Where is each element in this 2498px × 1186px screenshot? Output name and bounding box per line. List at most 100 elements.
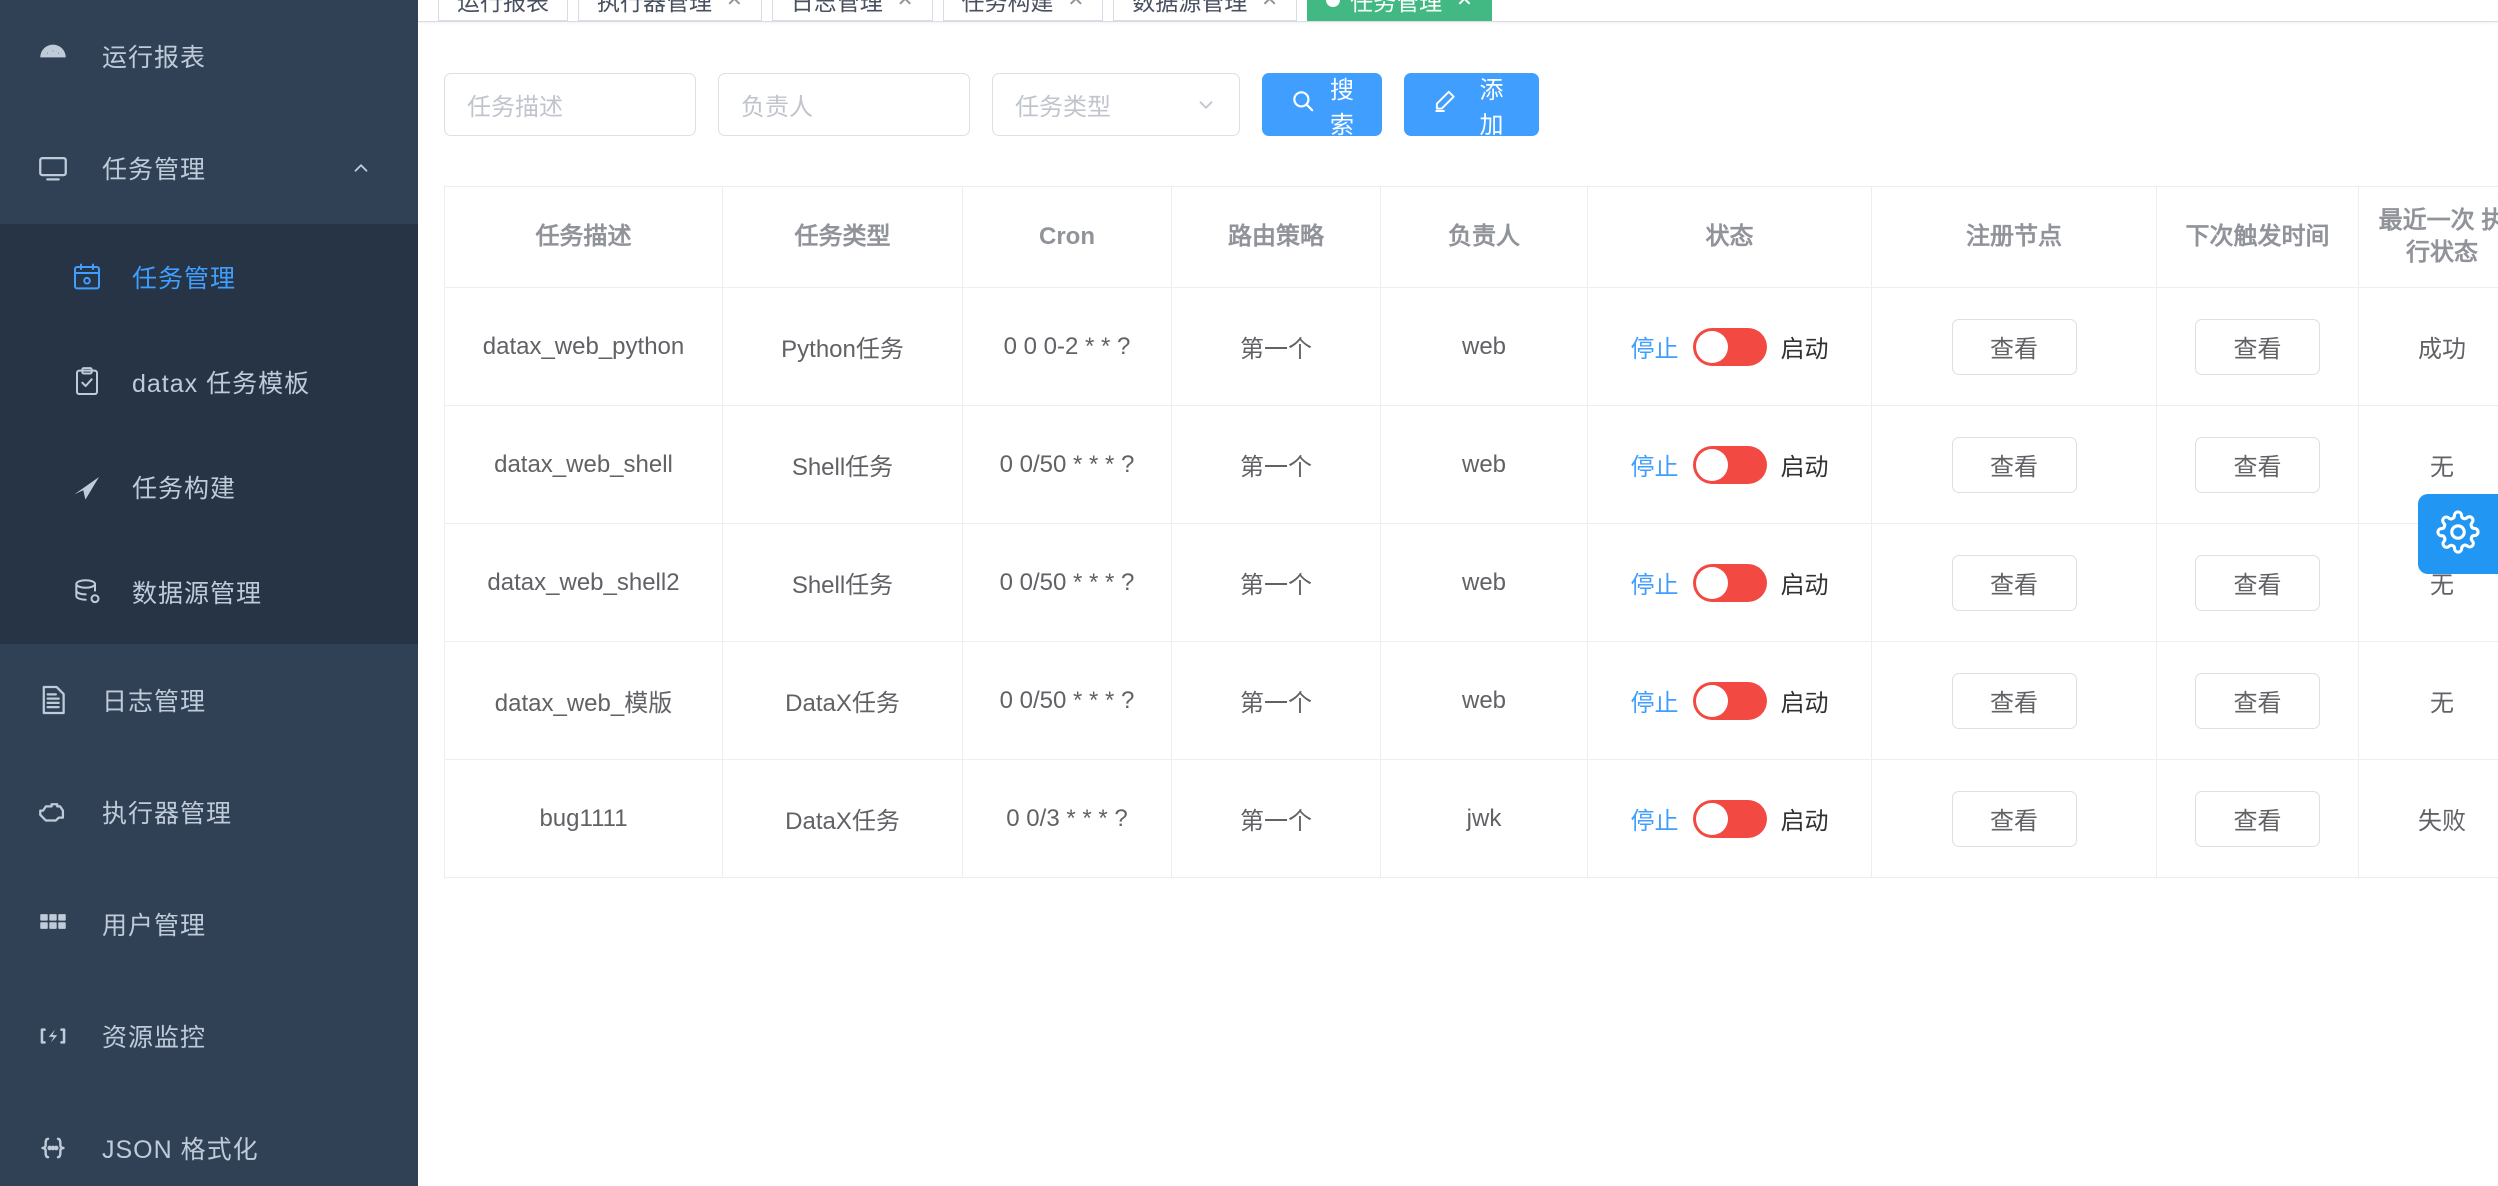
cell-status: 停止 启动	[1588, 288, 1872, 405]
owner-input[interactable]: 负责人	[718, 73, 970, 136]
cell-route: 第一个	[1172, 406, 1381, 523]
tab-task-management[interactable]: 任务管理 ✕	[1307, 0, 1492, 21]
cell-last-status: 失败	[2418, 808, 2466, 835]
clipboard-check-icon	[66, 365, 108, 399]
status-toggle[interactable]	[1692, 445, 1767, 484]
cell-type: DataX任务	[723, 760, 963, 877]
cell-last-status: 成功	[2418, 336, 2466, 363]
tab-close-icon[interactable]: ✕	[1261, 0, 1278, 10]
tab-run-report[interactable]: 运行报表	[438, 0, 568, 21]
sidebar-item-label: 用户管理	[102, 912, 207, 940]
status-toggle[interactable]	[1692, 327, 1767, 366]
sidebar-item-label: 资源监控	[102, 1024, 207, 1052]
sidebar-group-label: 任务管理	[102, 156, 207, 184]
cell-status: 停止 启动	[1588, 524, 1872, 641]
tab-datasource-management[interactable]: 数据源管理 ✕	[1113, 0, 1298, 21]
status-on-label: 启动	[1780, 572, 1829, 599]
main-content: 运行报表 执行器管理 ✕ 日志管理 ✕ 任务构建 ✕ 数据源管理 ✕	[418, 0, 2498, 1186]
view-next-trigger-button[interactable]: 查看	[2195, 318, 2320, 375]
table-row[interactable]: datax_web_shell2 Shell任务 0 0/50 * * * ? …	[445, 524, 2498, 642]
engine-icon	[30, 794, 76, 830]
cell-desc: bug1111	[445, 760, 723, 877]
toggle-knob	[1695, 566, 1728, 599]
column-header-node: 注册节点	[1872, 187, 2157, 287]
tab-close-icon[interactable]: ✕	[726, 0, 743, 10]
cell-cron: 0 0/50 * * * ?	[963, 406, 1172, 523]
tab-task-build[interactable]: 任务构建 ✕	[942, 0, 1104, 21]
task-desc-input[interactable]: 任务描述	[444, 73, 696, 136]
sidebar-item-datax-template[interactable]: datax 任务模板	[0, 329, 418, 434]
view-node-button[interactable]: 查看	[1951, 436, 2077, 493]
status-off-label: 停止	[1630, 454, 1679, 481]
table-row[interactable]: datax_web_shell Shell任务 0 0/50 * * * ? 第…	[445, 406, 2498, 524]
add-button[interactable]: 添加	[1404, 73, 1539, 139]
sidebar-item-user-management[interactable]: 用户管理	[0, 868, 418, 980]
status-toggle[interactable]	[1692, 681, 1767, 720]
status-toggle[interactable]	[1692, 799, 1767, 838]
table-row[interactable]: datax_web_模版 DataX任务 0 0/50 * * * ? 第一个 …	[445, 642, 2498, 760]
grid-icon	[30, 906, 76, 942]
tab-close-icon[interactable]: ✕	[897, 0, 914, 10]
cell-desc: datax_web_模版	[445, 642, 723, 759]
search-icon	[1290, 88, 1316, 121]
tabs-bar: 运行报表 执行器管理 ✕ 日志管理 ✕ 任务构建 ✕ 数据源管理 ✕	[418, 0, 2498, 22]
column-header-status: 状态	[1588, 187, 1872, 287]
tab-active-dot-icon	[1326, 0, 1341, 7]
tab-close-icon[interactable]: ✕	[1456, 0, 1473, 10]
sidebar-subitem-label: 任务构建	[132, 474, 237, 503]
sidebar-item-executor-management[interactable]: 执行器管理	[0, 756, 418, 868]
status-off-label: 停止	[1630, 808, 1679, 835]
toggle-knob	[1695, 330, 1728, 363]
sidebar-item-resource-monitor[interactable]: 资源监控	[0, 980, 418, 1092]
sidebar-item-json-format[interactable]: JSON 格式化	[0, 1092, 418, 1186]
sidebar-item-task-management[interactable]: 任务管理	[0, 224, 418, 329]
column-header-type: 任务类型	[723, 187, 963, 287]
view-next-trigger-button[interactable]: 查看	[2195, 436, 2320, 493]
table-row[interactable]: bug1111 DataX任务 0 0/3 * * * ? 第一个 jwk 停止…	[445, 760, 2498, 878]
app-root: 运行报表 任务管理 任务管理 datax 任务模板 任务构建 数据源管理 日志管…	[0, 0, 2498, 1186]
table-row[interactable]: datax_web_python Python任务 0 0 0-2 * * ? …	[445, 288, 2498, 406]
cell-status: 停止 启动	[1588, 760, 1872, 877]
view-node-button[interactable]: 查看	[1951, 554, 2077, 611]
cell-node: 查看	[1872, 760, 2157, 877]
view-next-trigger-button[interactable]: 查看	[2195, 790, 2320, 847]
view-node-button[interactable]: 查看	[1951, 790, 2077, 847]
sidebar-item-log-management[interactable]: 日志管理	[0, 644, 418, 756]
sidebar-subitem-label: 任务管理	[132, 264, 237, 293]
cell-cron: 0 0 0-2 * * ?	[963, 288, 1172, 405]
search-button[interactable]: 搜索	[1262, 73, 1382, 139]
view-next-trigger-button[interactable]: 查看	[2195, 554, 2320, 611]
column-header-route: 路由策略	[1172, 187, 1381, 287]
tab-executor-management[interactable]: 执行器管理 ✕	[578, 0, 762, 21]
sidebar-item-datasource-management[interactable]: 数据源管理	[0, 539, 418, 644]
monitor-icon	[30, 150, 76, 186]
task-type-select[interactable]: 任务类型	[992, 73, 1240, 136]
cell-type: Python任务	[723, 288, 963, 405]
tab-log-management[interactable]: 日志管理 ✕	[771, 0, 933, 21]
cell-node: 查看	[1872, 524, 2157, 641]
view-node-button[interactable]: 查看	[1951, 672, 2077, 729]
cell-type: DataX任务	[723, 642, 963, 759]
toggle-knob	[1695, 684, 1728, 717]
status-off-label: 停止	[1630, 690, 1679, 717]
sidebar-item-run-report[interactable]: 运行报表	[0, 0, 418, 112]
settings-float-button[interactable]	[2418, 494, 2498, 574]
cell-owner: web	[1381, 406, 1588, 523]
cell-type: Shell任务	[723, 406, 963, 523]
sidebar-item-task-build[interactable]: 任务构建	[0, 434, 418, 539]
status-toggle[interactable]	[1692, 563, 1767, 602]
sidebar-group-task-management[interactable]: 任务管理	[0, 112, 418, 224]
add-button-label: 添加	[1479, 76, 1504, 139]
cell-last-status: 无	[2430, 690, 2454, 717]
status-on-label: 启动	[1780, 336, 1829, 363]
cell-cron: 0 0/50 * * * ?	[963, 524, 1172, 641]
cell-desc: datax_web_shell2	[445, 524, 723, 641]
cell-next-trigger: 查看	[2157, 288, 2359, 405]
tab-close-icon[interactable]: ✕	[1068, 0, 1085, 10]
column-header-cron: Cron	[963, 187, 1172, 287]
status-off-label: 停止	[1630, 572, 1679, 599]
view-next-trigger-button[interactable]: 查看	[2195, 672, 2320, 729]
cell-status: 停止 启动	[1588, 406, 1872, 523]
view-node-button[interactable]: 查看	[1951, 318, 2077, 375]
toggle-knob	[1695, 448, 1728, 481]
